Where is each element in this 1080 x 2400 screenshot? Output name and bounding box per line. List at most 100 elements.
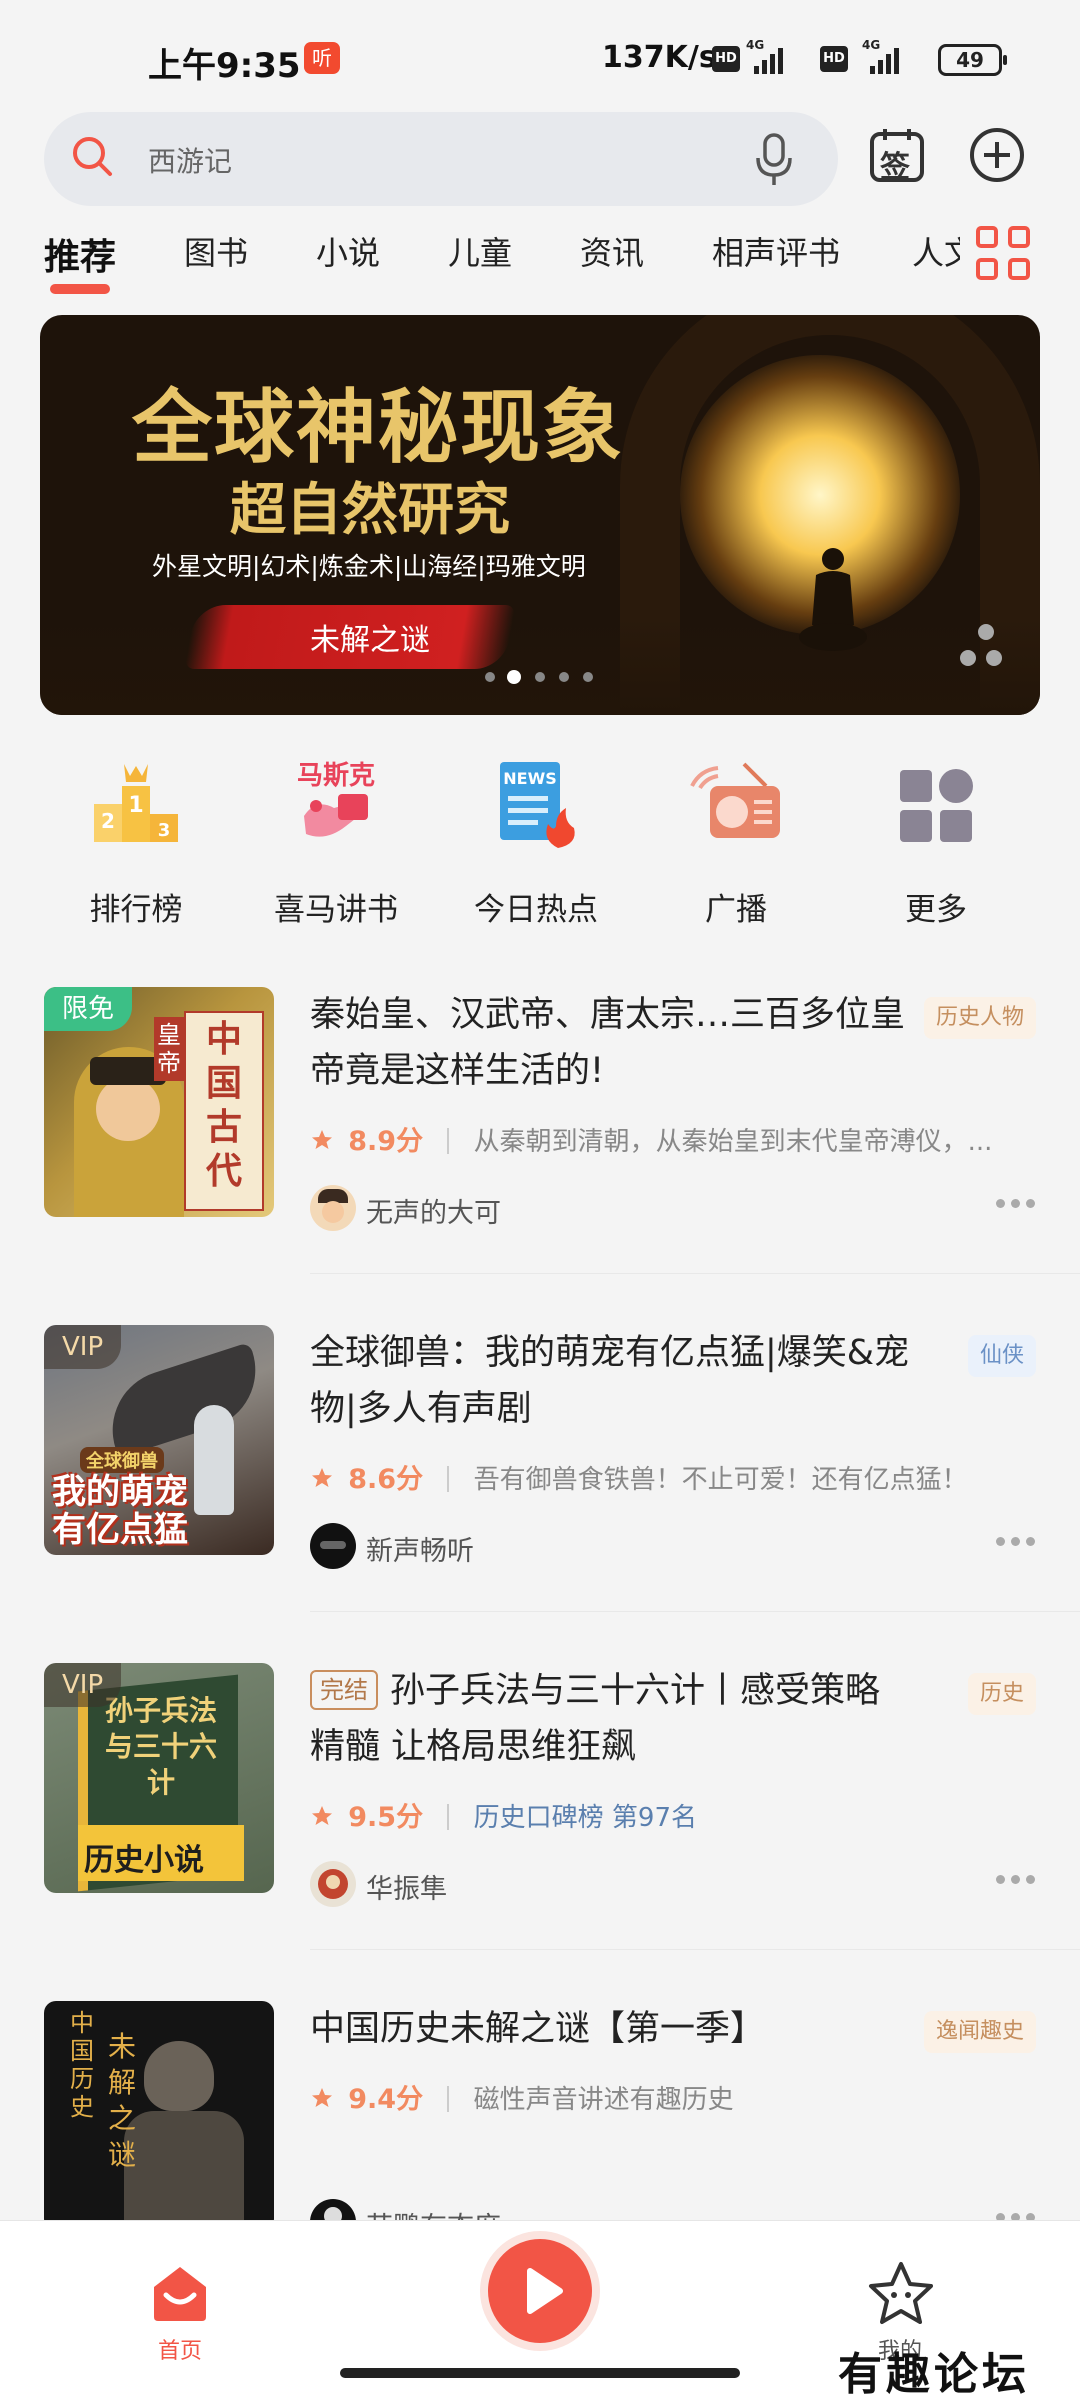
home-icon[interactable] <box>148 2261 212 2325</box>
profile-star-icon[interactable] <box>866 2259 936 2329</box>
battery-icon: 49 <box>938 44 1007 76</box>
star-icon <box>312 1468 332 1487</box>
hd-icon: HD <box>712 46 740 72</box>
avatar <box>310 1861 356 1907</box>
status-time: 上午9:35 <box>148 46 301 86</box>
item-title: 中国历史未解之谜【第一季】 <box>310 2009 766 2049</box>
banner-topics: 外星文明|幻术|炼金术|山海经|玛雅文明 <box>152 552 586 581</box>
album-cover: 中国古代 皇帝 限免 <box>44 987 274 1217</box>
item-title: 秦始皇、汉武帝、唐太宗…三百多位皇帝竟是这样生活的! <box>310 995 906 1091</box>
shortcut-label: 广播 <box>705 892 767 928</box>
sign-in-label: 签 <box>880 150 910 185</box>
more-options-icon[interactable] <box>996 1875 1036 1887</box>
item-meta: 8.6分 吾有御兽食铁兽！不止可爱！还有亿点猛！ <box>310 1457 1000 1497</box>
item-description: 磁性声音讲述有趣历史 <box>473 2085 734 2115</box>
free-badge: 限免 <box>44 987 133 1031</box>
list-item[interactable]: 中国古代 皇帝 限免 秦始皇、汉武帝、唐太宗…三百多位皇帝竟是这样生活的! 历史… <box>0 987 1080 1325</box>
tab-novels[interactable]: 小说 <box>316 228 380 274</box>
sign-in-button[interactable]: 签 <box>868 126 926 185</box>
more-options-icon[interactable] <box>996 1537 1036 1549</box>
shortcut-book-talk[interactable]: 马斯克 喜马讲书 <box>236 750 436 930</box>
listen-app-icon: 听 <box>304 42 340 74</box>
category-tag[interactable]: 仙侠 <box>967 1335 1036 1377</box>
author-name: 新声畅听 <box>366 1536 474 1567</box>
active-tab-indicator <box>50 284 110 294</box>
shortcut-label: 今日热点 <box>474 892 598 928</box>
pager-dot <box>559 672 569 682</box>
ranking-link[interactable]: 历史口碑榜 第97名 <box>474 1803 697 1833</box>
vip-badge: VIP <box>44 1325 122 1369</box>
more-options-icon[interactable] <box>996 1199 1036 1211</box>
cover-subtitle: 历史小说 <box>84 1843 204 1878</box>
tab-crosstalk[interactable]: 相声评书 <box>712 228 840 274</box>
item-score: 8.9分 <box>348 1126 424 1157</box>
finished-badge: 完结 <box>310 1670 378 1710</box>
tab-children[interactable]: 儿童 <box>448 228 512 274</box>
tab-books[interactable]: 图书 <box>184 228 248 274</box>
radio-icon <box>690 762 780 838</box>
item-description: 吾有御兽食铁兽！不止可爱！还有亿点猛！ <box>473 1465 968 1495</box>
avatar <box>310 1185 356 1231</box>
cover-title: 中国古代 <box>206 1018 243 1192</box>
add-button[interactable] <box>968 126 1026 184</box>
gesture-home-bar[interactable] <box>340 2368 740 2378</box>
category-tag[interactable]: 逸闻趣史 <box>923 2011 1036 2053</box>
tab-news[interactable]: 资讯 <box>580 228 644 274</box>
cover-title: 孙子兵法与三十六计 <box>104 1694 217 1799</box>
all-categories-icon[interactable] <box>976 226 1030 280</box>
shortcut-ranking[interactable]: 1 2 3 排行榜 <box>36 750 236 930</box>
item-title: 孙子兵法与三十六计丨感受策略精髓 让格局思维狂飙 <box>310 1671 881 1767</box>
microphone-icon[interactable] <box>754 132 794 188</box>
svg-text:2: 2 <box>101 809 115 833</box>
album-cover: 中国历史 未解之谜 <box>44 2001 274 2231</box>
category-tag[interactable]: 历史 <box>967 1673 1036 1715</box>
item-meta: 9.4分 磁性声音讲述有趣历史 <box>310 2077 1000 2117</box>
book-talk-icon: 马斯克 <box>297 761 375 837</box>
hd-icon-2: HD <box>820 46 848 72</box>
shortcut-radio[interactable]: 广播 <box>636 750 836 930</box>
item-score: 9.5分 <box>348 1802 424 1833</box>
category-tag[interactable]: 历史人物 <box>923 997 1036 1039</box>
item-title: 全球御兽：我的萌宠有亿点猛|爆笑&宠物|多人有声剧 <box>310 1333 910 1429</box>
pager-dot-active <box>507 670 521 684</box>
nav-home-label[interactable]: 首页 <box>130 2333 230 2365</box>
play-icon <box>527 2268 563 2314</box>
cover-title: 我的萌宠有亿点猛 <box>52 1472 188 1550</box>
svg-text:NEWS: NEWS <box>503 769 557 788</box>
shortcut-more[interactable]: 更多 <box>836 750 1036 930</box>
signal-icon-2: 4G <box>862 38 902 74</box>
star-icon <box>312 1130 332 1149</box>
item-title-wrap: 完结 孙子兵法与三十六计丨感受策略精髓 让格局思维狂飙 <box>310 1663 910 1775</box>
item-description: 从秦朝到清朝，从秦始皇到末代皇帝溥仪，... <box>473 1127 993 1157</box>
cover-subtitle: 皇帝 <box>154 1017 184 1081</box>
author-name: 无声的大可 <box>366 1198 501 1229</box>
cover-title: 中国历史 <box>70 2009 94 2121</box>
category-shortcuts: 1 2 3 排行榜 马斯克 喜马讲书 NEWS 今日热点 广播 更多 <box>0 750 1080 930</box>
author-name: 华振隼 <box>366 1874 447 1905</box>
banner-title: 全球神秘现象 <box>132 380 624 474</box>
shortcut-hot-news[interactable]: NEWS 今日热点 <box>436 750 636 930</box>
play-button[interactable] <box>488 2239 592 2343</box>
item-meta: 8.9分 从秦朝到清朝，从秦始皇到末代皇帝溥仪，... <box>310 1119 1000 1159</box>
search-placeholder: 西游记 <box>148 145 233 178</box>
star-icon <box>312 1806 332 1825</box>
promo-banner[interactable]: 全球神秘现象 超自然研究 外星文明|幻术|炼金术|山海经|玛雅文明 未解之谜 <box>40 315 1040 715</box>
tab-recommend[interactable]: 推荐 <box>44 228 116 280</box>
list-item[interactable]: 孙子兵法与三十六计 历史小说 VIP 完结 孙子兵法与三十六计丨感受策略精髓 让格… <box>0 1663 1080 2001</box>
svg-text:3: 3 <box>158 820 171 841</box>
banner-button-label: 未解之谜 <box>310 623 430 658</box>
list-item[interactable]: 全球御兽 我的萌宠有亿点猛 VIP 全球御兽：我的萌宠有亿点猛|爆笑&宠物|多人… <box>0 1325 1080 1663</box>
item-score: 8.6分 <box>348 1464 424 1495</box>
album-cover: 全球御兽 我的萌宠有亿点猛 VIP <box>44 1325 274 1555</box>
signal-icon: 4G <box>746 38 786 74</box>
banner-pager <box>485 670 605 686</box>
star-icon <box>312 2088 332 2107</box>
cover-subtitle: 未解之谜 <box>108 2030 137 2171</box>
album-cover: 孙子兵法与三十六计 历史小说 VIP <box>44 1663 274 1893</box>
divider <box>310 1949 1080 1950</box>
search-bar[interactable]: 西游记 <box>44 112 838 206</box>
svg-text:马斯克: 马斯克 <box>297 761 375 791</box>
item-meta: 9.5分 历史口碑榜 第97名 <box>310 1795 1000 1835</box>
plus-circle-icon <box>970 128 1024 182</box>
news-hot-icon: NEWS <box>500 762 575 848</box>
